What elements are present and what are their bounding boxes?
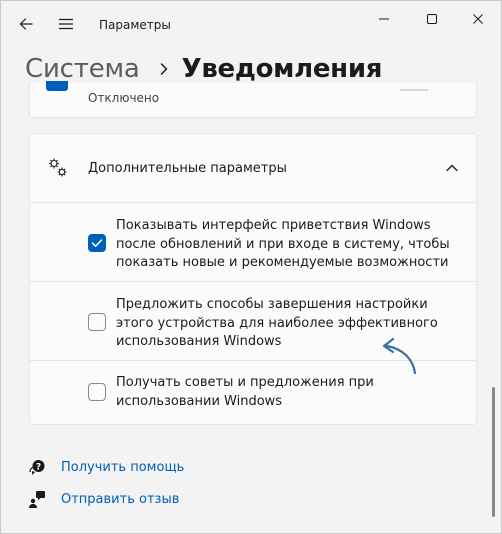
finish-setup-checkbox[interactable] bbox=[88, 313, 106, 331]
back-arrow-icon bbox=[19, 18, 33, 30]
feedback-icon bbox=[29, 491, 45, 508]
option-row-welcome-experience: Показывать интерфейс приветствия Windows… bbox=[30, 203, 476, 281]
checkmark-icon bbox=[91, 239, 103, 247]
chevron-up-icon[interactable] bbox=[444, 160, 460, 176]
navigation-menu-button[interactable] bbox=[51, 9, 81, 39]
minimize-icon bbox=[379, 18, 389, 20]
chevron-right-icon bbox=[160, 63, 167, 75]
additional-settings-expander: Дополнительные параметры Показывать инте… bbox=[29, 133, 477, 425]
breadcrumb-separator bbox=[158, 62, 170, 76]
get-help-text[interactable]: Получить помощь bbox=[61, 460, 184, 475]
settings-window: Параметры Система Уведомления Отключено … bbox=[0, 0, 502, 534]
expander-header[interactable]: Дополнительные параметры bbox=[30, 134, 476, 202]
window-title: Параметры bbox=[99, 18, 171, 32]
send-feedback-link[interactable]: Отправить отзыв bbox=[27, 489, 179, 509]
get-help-link[interactable]: ? Получить помощь bbox=[27, 457, 184, 477]
previous-setting-card: Отключено bbox=[29, 81, 477, 118]
tips-checkbox[interactable] bbox=[88, 383, 106, 401]
page-title: Уведомления bbox=[181, 54, 383, 84]
previous-toggle[interactable] bbox=[400, 89, 428, 91]
title-bar: Параметры bbox=[1, 1, 501, 47]
welcome-experience-checkbox[interactable] bbox=[88, 234, 106, 252]
gears-icon bbox=[49, 158, 67, 177]
previous-checkbox[interactable] bbox=[46, 81, 68, 91]
minimize-button[interactable] bbox=[367, 7, 401, 31]
back-button[interactable] bbox=[11, 9, 41, 39]
annotation-arrow-icon bbox=[382, 337, 417, 375]
maximize-button[interactable] bbox=[415, 7, 449, 31]
help-icon: ? bbox=[29, 460, 45, 475]
close-button[interactable] bbox=[461, 7, 495, 31]
maximize-icon bbox=[427, 14, 437, 24]
hamburger-menu-icon bbox=[58, 18, 74, 30]
scrollbar-thumb[interactable] bbox=[492, 387, 495, 517]
send-feedback-text[interactable]: Отправить отзыв bbox=[61, 492, 179, 507]
welcome-experience-label: Показывать интерфейс приветствия Windows… bbox=[116, 218, 450, 270]
close-icon bbox=[473, 14, 483, 24]
expander-title: Дополнительные параметры bbox=[88, 161, 287, 176]
breadcrumb-parent[interactable]: Система bbox=[25, 54, 140, 84]
previous-setting-state: Отключено bbox=[88, 91, 160, 105]
svg-text:?: ? bbox=[36, 462, 41, 472]
